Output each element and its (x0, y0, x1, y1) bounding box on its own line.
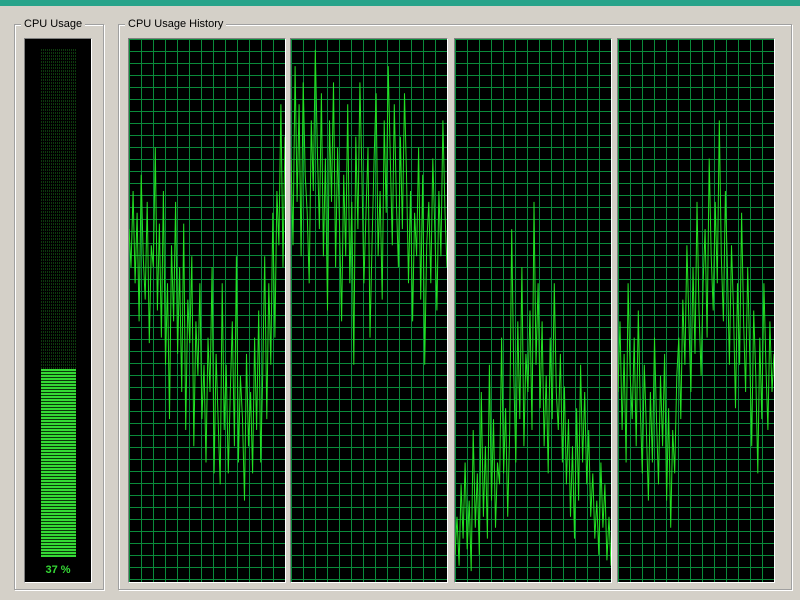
window-top-strip (0, 0, 800, 6)
cpu-history-graph-1 (290, 38, 448, 583)
cpu-history-graph-2 (454, 38, 612, 583)
cpu-usage-meter: 37 % (24, 38, 92, 583)
cpu-meter-column-right (59, 49, 76, 557)
graph-grid (129, 39, 285, 582)
cpu-usage-title: CPU Usage (21, 17, 86, 31)
cpu-meter-fill-right (59, 369, 76, 557)
cpu-history-graph-0 (128, 38, 286, 583)
cpu-history-graph-3 (617, 38, 775, 583)
cpu-usage-percent-label: 37 % (45, 564, 71, 576)
cpu-usage-history-title: CPU Usage History (125, 17, 227, 31)
